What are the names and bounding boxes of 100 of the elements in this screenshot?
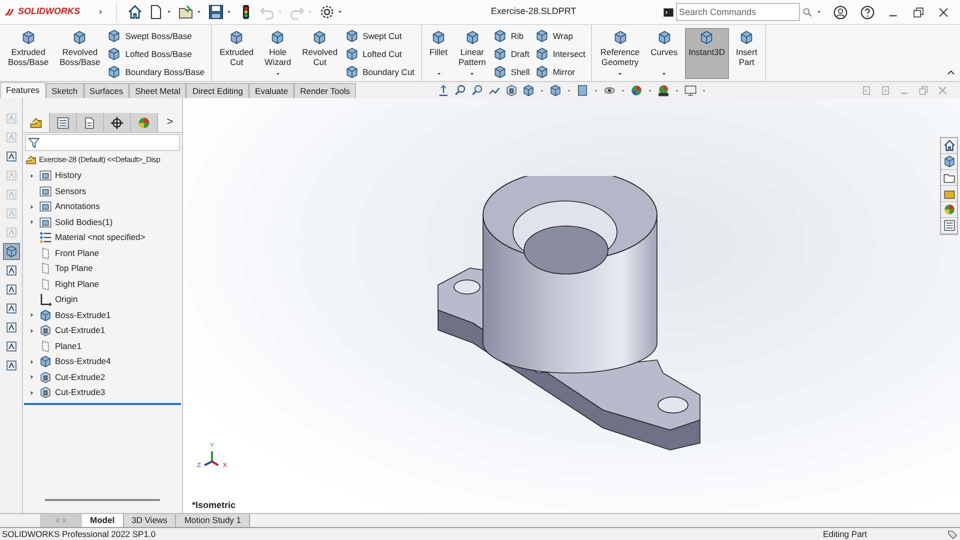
cube-icon <box>612 30 628 45</box>
tree-row[interactable]: Boss-Extrude1 <box>23 308 182 323</box>
tree-row[interactable]: Cut-Extrude2 <box>23 370 182 385</box>
quick-access-button[interactable] <box>178 4 203 20</box>
tree-row[interactable]: History <box>23 168 182 184</box>
ribbon-button[interactable]: Lofted Cut <box>344 46 417 62</box>
document-icon <box>83 116 97 130</box>
more-tabs-button[interactable]: > <box>158 113 182 132</box>
cut-feature-icon <box>39 370 52 384</box>
tree-row[interactable]: Right Plane <box>23 276 182 292</box>
quick-access-button[interactable] <box>148 4 173 20</box>
ribbon-button[interactable]: Reference Geometry <box>596 28 644 79</box>
expand-arrow-icon[interactable] <box>29 390 35 396</box>
tree-item-label: Cut-Extrude2 <box>55 370 106 384</box>
appearance-icon[interactable] <box>942 203 956 216</box>
quick-access-button[interactable] <box>127 4 143 20</box>
ribbon-tab[interactable]: Sketch <box>46 83 84 98</box>
ribbon-tab[interactable]: Evaluate <box>249 83 294 98</box>
ribbon-button[interactable]: Revolved Boss/Base <box>56 28 104 79</box>
zoom-area-icon[interactable] <box>471 84 484 97</box>
quick-access-button[interactable] <box>319 4 344 20</box>
ribbon-button[interactable]: Swept Boss/Base <box>107 28 207 44</box>
quick-access-button[interactable] <box>208 4 233 20</box>
panel-tab[interactable] <box>77 113 104 132</box>
cube-icon <box>4 245 18 258</box>
view-orientation-cube-icon[interactable] <box>549 84 562 97</box>
expand-arrow-icon[interactable] <box>29 358 35 365</box>
list-icon[interactable] <box>942 219 956 232</box>
zoom-icon[interactable] <box>454 84 467 97</box>
appearance-icon[interactable] <box>630 84 643 97</box>
ribbon-button[interactable]: Insert Part <box>732 28 762 79</box>
tree-row[interactable]: Annotations <box>23 199 182 214</box>
bottom-tab[interactable]: Motion Study 1 <box>176 514 250 527</box>
tree-row[interactable]: Top Plane <box>23 261 182 276</box>
ribbon-button[interactable]: Shell <box>492 64 532 80</box>
ribbon-button[interactable]: Extruded Cut <box>216 28 258 79</box>
tree-item-label: Sensors <box>55 184 86 198</box>
ribbon-tab[interactable]: Sheet Metal <box>129 83 186 98</box>
ribbon-tab[interactable]: Direct Editing <box>186 83 250 98</box>
expand-arrow-icon[interactable] <box>29 172 35 179</box>
expand-arrow-icon[interactable] <box>29 219 35 226</box>
ribbon-button[interactable]: Boundary Boss/Base <box>107 64 207 80</box>
list-icon <box>56 116 70 130</box>
ribbon-button[interactable]: Fillet <box>426 28 452 79</box>
filter-icon[interactable] <box>28 136 40 148</box>
tree-row[interactable]: Front Plane <box>23 246 182 261</box>
cube-icon <box>656 30 672 45</box>
filter-field[interactable] <box>25 134 180 151</box>
ribbon-button[interactable]: Revolved Cut <box>298 28 342 79</box>
ribbon-button[interactable]: Mirror <box>534 64 588 80</box>
tool-icon <box>4 283 18 296</box>
ribbon-button[interactable]: Draft <box>492 46 532 62</box>
restore-icon[interactable] <box>912 6 925 18</box>
cube-icon[interactable] <box>942 155 956 168</box>
ribbon-tab[interactable]: Features <box>0 82 46 98</box>
ribbon-button[interactable]: Linear Pattern <box>454 28 490 79</box>
toolbar-button[interactable] <box>2 243 20 260</box>
ribbon-button[interactable]: Intersect <box>534 46 588 62</box>
user-icon[interactable] <box>833 4 848 20</box>
cube-icon <box>699 30 714 45</box>
expand-arrow-icon[interactable] <box>29 204 35 210</box>
tree-row[interactable]: Boss-Extrude4 <box>23 354 182 370</box>
ribbon-button[interactable]: Rib <box>492 28 532 44</box>
ribbon-button[interactable]: Lofted Boss/Base <box>107 46 207 62</box>
ribbon-button[interactable]: Instant3D <box>684 28 729 79</box>
tree-row[interactable]: Plane1 <box>23 338 182 354</box>
tree-row[interactable]: Sensors <box>23 184 182 199</box>
search-field[interactable]: Search Commands <box>676 3 800 21</box>
ribbon-button[interactable]: Swept Cut <box>344 28 417 44</box>
panel-tab[interactable] <box>104 113 131 132</box>
ribbon-button[interactable]: Extruded Boss/Base <box>4 28 53 79</box>
crosshair-icon <box>110 116 124 130</box>
bottom-tab[interactable]: Model <box>82 514 124 527</box>
tile-left-icon[interactable] <box>861 85 872 96</box>
tool-icon <box>4 340 18 353</box>
tree-row[interactable]: Cut-Extrude3 <box>23 385 182 400</box>
bottom-tab[interactable]: 3D Views <box>124 514 176 527</box>
tree-row[interactable]: Cut-Extrude1 <box>23 323 182 338</box>
ribbon-button[interactable]: Wrap <box>534 28 588 44</box>
expand-arrow-icon[interactable] <box>29 328 35 334</box>
tree-row[interactable]: Solid Bodies(1) <box>23 214 182 230</box>
expand-arrow-icon[interactable] <box>29 374 35 380</box>
help-icon[interactable] <box>860 4 875 20</box>
close-icon[interactable] <box>937 6 950 18</box>
tree-row[interactable]: Origin <box>23 292 182 308</box>
panel-tab[interactable] <box>50 113 77 132</box>
tree-item-label: Boss-Extrude4 <box>55 355 111 368</box>
search-icon[interactable] <box>802 6 813 18</box>
ribbon-tab[interactable]: Render Tools <box>294 83 356 98</box>
ribbon-button[interactable]: Curves <box>646 28 682 79</box>
tree-item-label: History <box>55 169 82 182</box>
cube-icon <box>107 47 122 61</box>
home-icon[interactable] <box>942 139 956 152</box>
monitor-icon[interactable] <box>684 84 697 97</box>
ribbon-button[interactable]: Hole Wizard <box>260 28 296 79</box>
tree-row[interactable]: Material <not specified> <box>23 230 182 246</box>
expand-arrow-icon[interactable] <box>29 312 35 318</box>
tile-right-icon[interactable] <box>880 85 891 96</box>
ribbon-tab[interactable]: Surfaces <box>84 83 130 98</box>
ribbon-button[interactable]: Boundary Cut <box>344 64 417 80</box>
